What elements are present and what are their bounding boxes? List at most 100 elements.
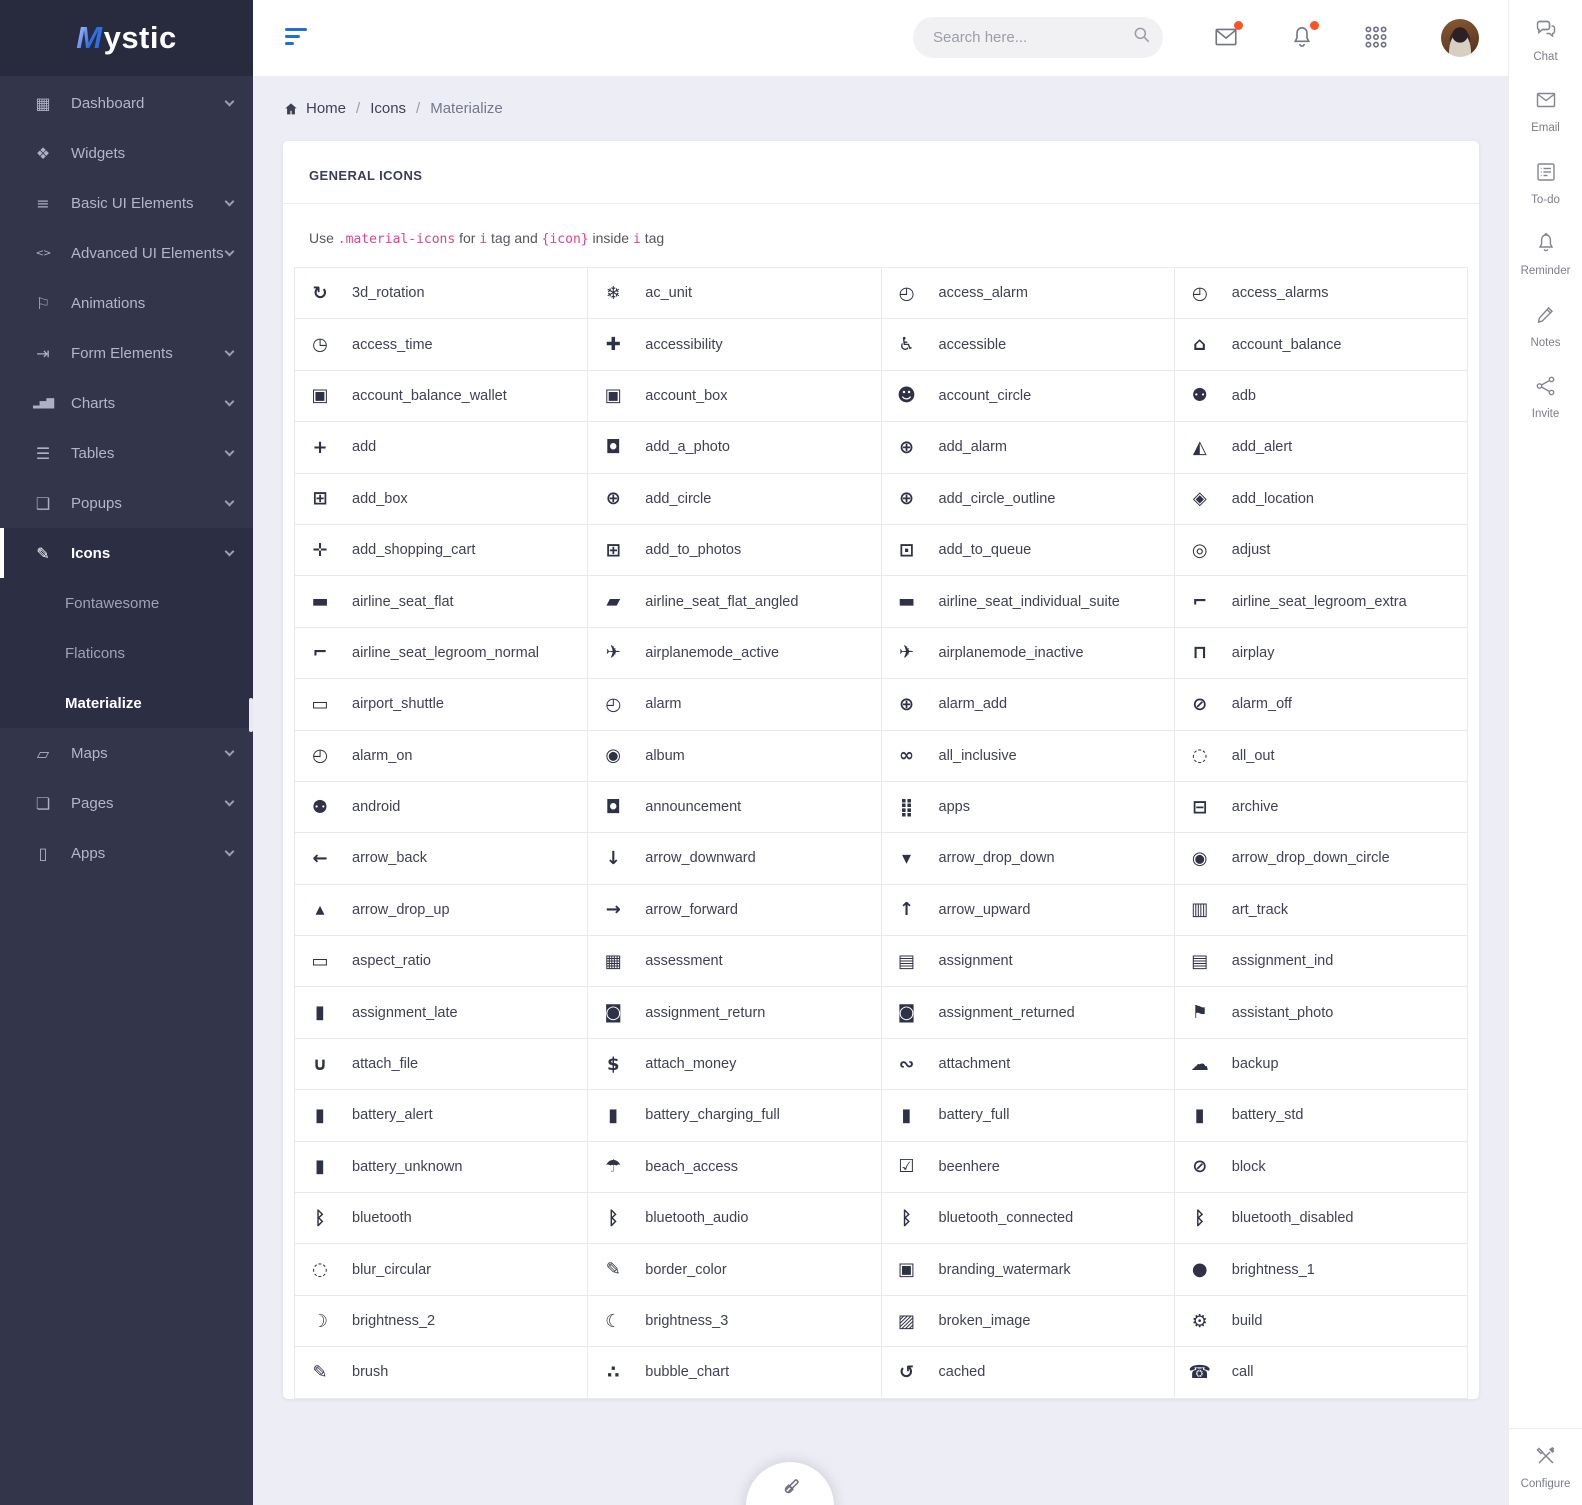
sidebar-item-popups[interactable]: ❑ Popups <box>0 478 253 528</box>
icon-cell-brush: ✎ brush <box>295 1347 589 1399</box>
icon-cell-android: ⚉ android <box>295 781 589 834</box>
sidebar-item-charts[interactable]: ▂▅▇ Charts <box>0 378 253 428</box>
icon-name-label: airline_seat_legroom_normal <box>352 644 539 661</box>
icon-name-label: brush <box>352 1364 389 1381</box>
breadcrumb-home[interactable]: Home <box>306 100 346 117</box>
all-out-icon: ◌ <box>1191 745 1208 767</box>
sidebar-subitem-materialize[interactable]: Materialize <box>0 678 253 728</box>
airline-seat-flat-icon: ▬ <box>311 591 329 613</box>
adjust-icon: ◎ <box>1191 539 1208 561</box>
menu-toggle-icon[interactable] <box>285 28 309 48</box>
search-input[interactable] <box>933 29 1132 46</box>
breadcrumb-current: Materialize <box>430 100 503 117</box>
alarm-icon: ◴ <box>605 693 622 715</box>
logo-rest: ystic <box>103 20 177 55</box>
rail-item-invite[interactable]: Invite <box>1509 362 1582 434</box>
rail-item-email[interactable]: Email <box>1509 76 1582 148</box>
icon-cell-archive: ⊟ archive <box>1174 781 1468 834</box>
icon-name-label: bluetooth_audio <box>645 1210 749 1227</box>
sidebar-subitem-flaticons[interactable]: Flaticons <box>0 628 253 678</box>
block-icon: ⊘ <box>1192 1156 1208 1178</box>
sidebar-item-label: Popups <box>71 494 122 512</box>
icon-name-label: alarm <box>645 696 682 713</box>
rail-item-reminder[interactable]: Reminder <box>1509 219 1582 291</box>
add-location-icon: ◈ <box>1192 488 1207 510</box>
icon-cell-brightness-3: ☾ brightness_3 <box>588 1295 882 1348</box>
rail-item-chat[interactable]: Chat <box>1509 4 1582 76</box>
icon-name-label: album <box>645 747 685 764</box>
icon-name-label: add_circle <box>645 490 712 507</box>
sidebar-subitem-fontawesome[interactable]: Fontawesome <box>0 578 253 628</box>
icon-cell-blur-circular: ◌ blur_circular <box>295 1244 589 1296</box>
sidebar-item-maps[interactable]: ▱ Maps <box>0 728 253 778</box>
sidebar-item-form-elements[interactable]: ⇥ Form Elements <box>0 328 253 378</box>
add-to-queue-icon: ⊡ <box>898 539 915 561</box>
icon-cell-airplay: ⊓ airplay <box>1174 627 1468 680</box>
add-circle-outline-icon: ⊕ <box>898 488 915 510</box>
icon-name-label: assignment_late <box>352 1004 458 1021</box>
sidebar-item-dashboard[interactable]: ▦ Dashboard <box>0 78 253 128</box>
sidebar-item-pages[interactable]: ❏ Pages <box>0 778 253 828</box>
sidebar-item-animations[interactable]: ⚐ Animations <box>0 278 253 328</box>
messages-icon[interactable] <box>1213 21 1243 52</box>
notifications-icon[interactable] <box>1289 21 1319 52</box>
icon-cell-cached: ↺ cached <box>881 1347 1175 1399</box>
icon-name-label: brightness_2 <box>352 1313 436 1329</box>
arrow-back-icon: ← <box>312 847 328 869</box>
email-icon <box>1534 88 1558 117</box>
icon-name-label: backup <box>1231 1056 1279 1073</box>
theme-customizer-fab[interactable] <box>746 1462 834 1505</box>
icon-cell-add-circle: ⊕ add_circle <box>588 473 882 525</box>
icon-cell-arrow-drop-down-circle: ◉ arrow_drop_down_circle <box>1174 833 1468 885</box>
icon-grid: ↻ 3d_rotation ❄ ac_unit ◴ access_alarm ◴ access… <box>294 267 1468 1399</box>
icon-name-label: aspect_ratio <box>352 953 431 970</box>
icon-cell-assignment: ▤ assignment <box>881 936 1175 988</box>
code-icon: <> <box>35 247 52 259</box>
bell-icon <box>1534 231 1558 260</box>
icon-name-label: android <box>352 799 401 816</box>
breadcrumb-separator: / <box>356 100 361 117</box>
sidebar-nav: ▦ Dashboard ❖ Widgets ≡ Basic UI Elements <> Ad… <box>0 76 253 878</box>
icon-cell-arrow-back: ← arrow_back <box>295 833 589 885</box>
cached-icon: ↺ <box>898 1361 915 1383</box>
animation-icon: ⚐ <box>35 293 51 313</box>
icon-name-label: announcement <box>645 799 742 816</box>
icon-name-label: call <box>1231 1364 1254 1381</box>
icon-name-label: battery_charging_full <box>645 1107 780 1124</box>
input-icon: ⇥ <box>36 343 50 363</box>
assignment-icon: ▤ <box>897 950 915 972</box>
breadcrumb-icons[interactable]: Icons <box>370 100 406 117</box>
icon-name-label: border_color <box>645 1261 727 1278</box>
icon-name-label: account_balance_wallet <box>352 387 507 404</box>
icon-cell-assistant-photo: ⚑ assistant_photo <box>1174 987 1468 1039</box>
android-icon: ⚉ <box>311 796 329 818</box>
icon-cell-add-a-photo: ◘ add_a_photo <box>588 422 882 474</box>
sidebar-item-advanced-ui-elements[interactable]: <> Advanced UI Elements <box>0 228 253 278</box>
rail-item-to-do[interactable]: To-do <box>1509 147 1582 219</box>
sidebar-item-widgets[interactable]: ❖ Widgets <box>0 128 253 178</box>
user-avatar[interactable] <box>1441 19 1479 57</box>
configure-button[interactable]: Configure <box>1509 1428 1582 1505</box>
icon-cell-art-track: ▥ art_track <box>1174 884 1468 937</box>
widgets-icon: ❖ <box>35 143 51 163</box>
home-icon[interactable] <box>283 101 299 117</box>
battery-alert-icon: ▮ <box>315 1104 325 1126</box>
rail-items: Chat Email To-do Reminder Notes Invite <box>1509 0 1582 433</box>
sidebar-item-tables[interactable]: ☰ Tables <box>0 428 253 478</box>
icon-cell-arrow-drop-down: ▾ arrow_drop_down <box>881 833 1175 885</box>
airport-shuttle-icon: ▭ <box>311 693 329 715</box>
icon-name-label: 3d_rotation <box>352 285 425 302</box>
search-icon[interactable] <box>1132 25 1152 50</box>
icon-cell-bluetooth: ᛒ bluetooth <box>295 1193 589 1245</box>
apps-grid-icon[interactable] <box>1363 24 1391 52</box>
icon-cell-3d-rotation: ↻ 3d_rotation <box>295 268 589 320</box>
rail-item-notes[interactable]: Notes <box>1509 290 1582 362</box>
chevron-down-icon <box>224 796 235 807</box>
sidebar-item-icons[interactable]: ✎ Icons <box>0 528 253 578</box>
sidebar-item-apps[interactable]: ▯ Apps <box>0 828 253 878</box>
chevron-down-icon <box>224 196 235 207</box>
sidebar-item-basic-ui-elements[interactable]: ≡ Basic UI Elements <box>0 178 253 228</box>
icon-name-label: assignment_ind <box>1231 953 1334 970</box>
icon-cell-bubble-chart: ∴ bubble_chart <box>588 1347 882 1399</box>
sidebar-item-label: Pages <box>71 794 114 812</box>
